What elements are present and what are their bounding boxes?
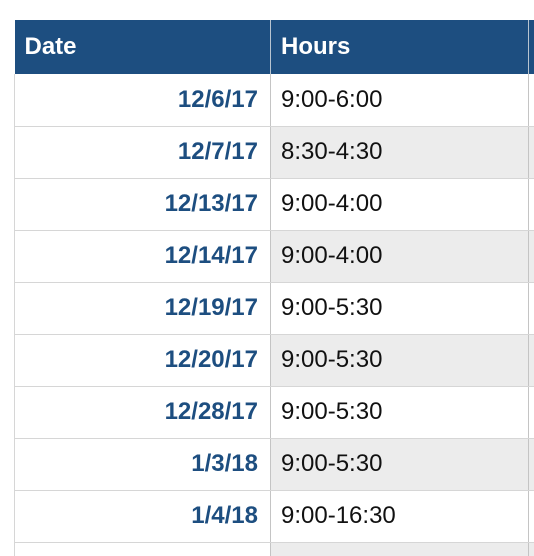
extra-cell [528, 74, 534, 127]
page-viewport: Date Hours 12/6/17 9:00-6:00 12/7/17 8:3… [0, 0, 534, 556]
date-cell: 12/20/17 [14, 334, 271, 387]
date-cell: 12/14/17 [14, 230, 271, 283]
extra-cell [528, 282, 534, 335]
table-row [14, 542, 534, 556]
hours-cell: 9:00-4:00 [270, 178, 529, 231]
table-row: 12/20/17 9:00-5:30 [14, 334, 534, 387]
date-cell: 12/28/17 [14, 386, 271, 439]
table-row: 1/4/18 9:00-16:30 [14, 490, 534, 543]
date-cell: 12/7/17 [14, 126, 271, 179]
table-row: 12/6/17 9:00-6:00 [14, 74, 534, 127]
hours-cell [270, 542, 529, 556]
hours-cell: 9:00-5:30 [270, 334, 529, 387]
table-row: 12/14/17 9:00-4:00 [14, 230, 534, 283]
extra-cell [528, 542, 534, 556]
hours-table: Date Hours 12/6/17 9:00-6:00 12/7/17 8:3… [14, 20, 534, 556]
hours-cell: 9:00-4:00 [270, 230, 529, 283]
hours-column-header[interactable]: Hours [270, 20, 529, 74]
extra-cell [528, 386, 534, 439]
table-row: 12/19/17 9:00-5:30 [14, 282, 534, 335]
hours-cell: 9:00-16:30 [270, 490, 529, 543]
extra-cell [528, 126, 534, 179]
date-cell: 1/3/18 [14, 438, 271, 491]
date-cell: 12/6/17 [14, 74, 271, 127]
extra-column-header [528, 20, 534, 74]
date-column-header[interactable]: Date [14, 20, 271, 74]
hours-cell: 9:00-5:30 [270, 282, 529, 335]
hours-cell: 9:00-6:00 [270, 74, 529, 127]
date-cell [14, 542, 271, 556]
extra-cell [528, 230, 534, 283]
extra-cell [528, 438, 534, 491]
table-row: 12/7/17 8:30-4:30 [14, 126, 534, 179]
hours-cell: 9:00-5:30 [270, 386, 529, 439]
hours-cell: 9:00-5:30 [270, 438, 529, 491]
date-cell: 12/19/17 [14, 282, 271, 335]
date-cell: 12/13/17 [14, 178, 271, 231]
table-row: 1/3/18 9:00-5:30 [14, 438, 534, 491]
table-row: 12/13/17 9:00-4:00 [14, 178, 534, 231]
hours-cell: 8:30-4:30 [270, 126, 529, 179]
table-header-row: Date Hours [14, 20, 534, 74]
date-cell: 1/4/18 [14, 490, 271, 543]
extra-cell [528, 490, 534, 543]
extra-cell [528, 334, 534, 387]
extra-cell [528, 178, 534, 231]
table-row: 12/28/17 9:00-5:30 [14, 386, 534, 439]
